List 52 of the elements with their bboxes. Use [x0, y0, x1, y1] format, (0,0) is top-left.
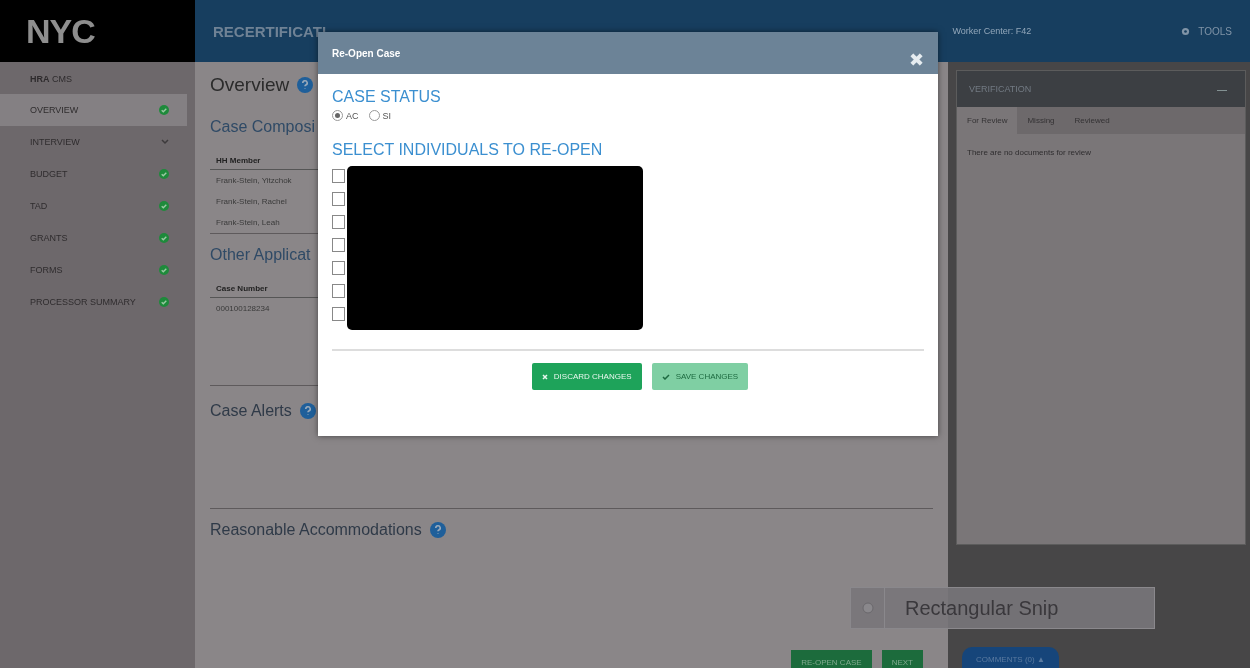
table-cell-text: Frank-Stein, Yitzchok: [215, 175, 293, 187]
section-title: Overview: [210, 74, 290, 96]
help-icon[interactable]: [297, 77, 314, 93]
checkbox[interactable]: [332, 238, 345, 252]
radio-option[interactable]: SI: [368, 110, 392, 121]
table-cell-text: Frank-Stein, Rachel: [215, 196, 288, 208]
check-icon: [159, 201, 169, 211]
section-heading: CASE STATUS: [332, 88, 442, 106]
panel-title: VERIFICATION: [969, 84, 1032, 94]
checkbox[interactable]: [332, 307, 345, 321]
tools-button[interactable]: TOOLS: [1181, 25, 1232, 37]
checkbox[interactable]: [332, 261, 345, 275]
section-heading: Other Applicat: [210, 246, 311, 264]
help-icon[interactable]: [299, 403, 316, 419]
sidebar-item[interactable]: PROCESSOR SUMMARY: [0, 286, 187, 318]
help-icon[interactable]: [429, 522, 446, 538]
check-icon: [159, 297, 169, 307]
snip-mode-label: Rectangular Snip: [904, 596, 1059, 620]
table-cell-text: 000100128234: [215, 303, 271, 315]
sidebar-item[interactable]: FORMS: [0, 254, 187, 286]
table-cell-text: Frank-Stein, Leah: [215, 217, 281, 229]
close-icon: [541, 373, 548, 380]
section-heading: Reasonable Accommodations: [210, 521, 422, 539]
checkbox[interactable]: [332, 169, 345, 183]
nyc-logo: NYC: [0, 0, 195, 62]
settings-icon[interactable]: [1181, 26, 1191, 36]
sidebar-item[interactable]: BUDGET: [0, 158, 187, 190]
sidebar-item[interactable]: GRANTS: [0, 222, 187, 254]
check-icon: [159, 169, 169, 179]
checkbox[interactable]: [332, 284, 345, 298]
sidebar-title: HRA CMS: [29, 73, 73, 86]
close-button[interactable]: ✖: [909, 49, 924, 71]
discard-button[interactable]: DISCARD CHANGES: [531, 363, 642, 390]
checkbox[interactable]: [332, 192, 345, 206]
action-button[interactable]: NEXT: [881, 650, 923, 668]
section-heading: Case Composi: [210, 118, 315, 136]
check-icon: [159, 265, 169, 275]
check-icon: [159, 105, 169, 115]
sidebar-item[interactable]: INTERVIEW: [0, 126, 187, 158]
worker-center: Worker Center: F42: [952, 26, 1032, 36]
check-icon: [159, 233, 169, 243]
sidebar-item[interactable]: OVERVIEW: [0, 94, 187, 126]
checkbox[interactable]: [332, 215, 345, 229]
radio-option[interactable]: AC: [332, 110, 359, 121]
sidebar-item[interactable]: TAD: [0, 190, 187, 222]
modal-title: Re-Open Case: [332, 47, 401, 59]
check-icon: [661, 373, 670, 380]
action-button[interactable]: RE-OPEN CASE: [791, 650, 872, 668]
minimize-button[interactable]: —: [1211, 82, 1233, 96]
chevron-down-icon[interactable]: [161, 139, 169, 145]
section-heading: SELECT INDIVIDUALS TO RE-OPEN: [332, 141, 604, 159]
section-heading: Case Alerts: [210, 402, 292, 420]
